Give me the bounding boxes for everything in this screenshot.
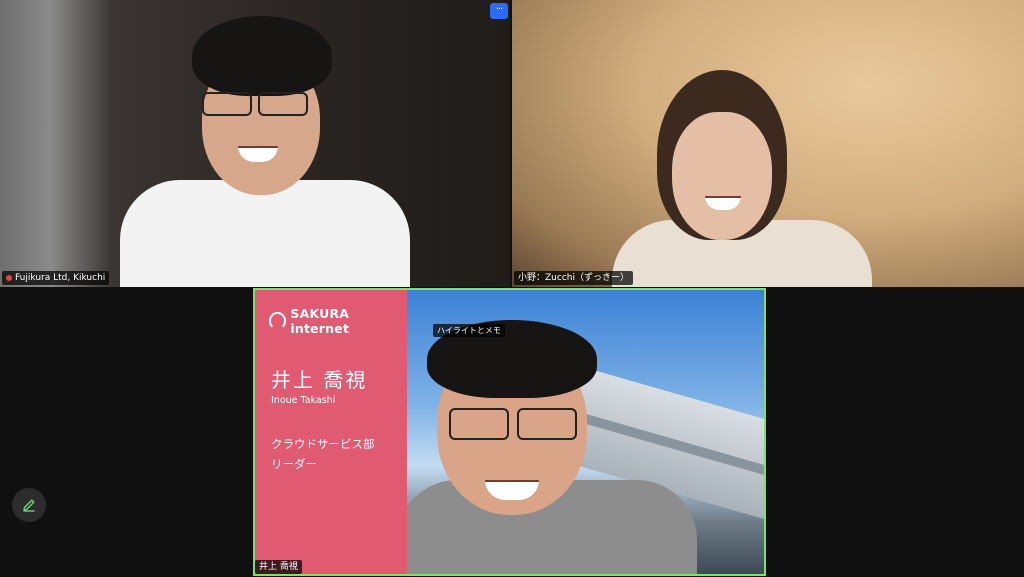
participant-name-tag: Fujikura Ltd, Kikuchi	[2, 271, 110, 285]
video-tile-zucchi[interactable]: 小野：Zucchi（ずっきー）	[512, 0, 1024, 287]
role-text: リーダー	[271, 457, 317, 471]
background-department: クラウドサービス部 リーダー	[271, 434, 375, 474]
department-text: クラウドサービス部	[271, 437, 375, 451]
pencil-icon	[23, 499, 35, 512]
participant-name-tag: 井上 喬視	[255, 560, 302, 574]
background-name-jp: 井上 喬視	[271, 368, 368, 392]
participant-name: Fujikura Ltd, Kikuchi	[15, 273, 106, 283]
sakura-logo: SAKURA internet	[269, 306, 407, 336]
video-tile-inoue-active-speaker[interactable]: SAKURA internet 井上 喬視 Inoue Takashi クラウド…	[253, 288, 766, 576]
background-name-en: Inoue Takashi	[271, 395, 336, 406]
video-tile-kikuchi[interactable]: ··· Fujikura Ltd, Kikuchi	[0, 0, 510, 287]
annotate-button[interactable]	[12, 488, 46, 522]
more-options-button[interactable]: ···	[490, 3, 508, 19]
logo-text: SAKURA internet	[290, 306, 350, 336]
highlight-memo-label[interactable]: ハイライトとメモ	[433, 324, 505, 337]
virtual-background-panel: SAKURA internet 井上 喬視 Inoue Takashi クラウド…	[255, 290, 407, 574]
participant-name: 小野：Zucchi（ずっきー）	[518, 273, 629, 283]
participant-name: 井上 喬視	[259, 562, 298, 572]
muted-mic-icon	[6, 274, 12, 281]
participant-video-inoue: ハイライトとメモ	[407, 290, 764, 574]
sakura-logo-icon	[269, 312, 287, 330]
participant-name-tag: 小野：Zucchi（ずっきー）	[514, 271, 633, 285]
